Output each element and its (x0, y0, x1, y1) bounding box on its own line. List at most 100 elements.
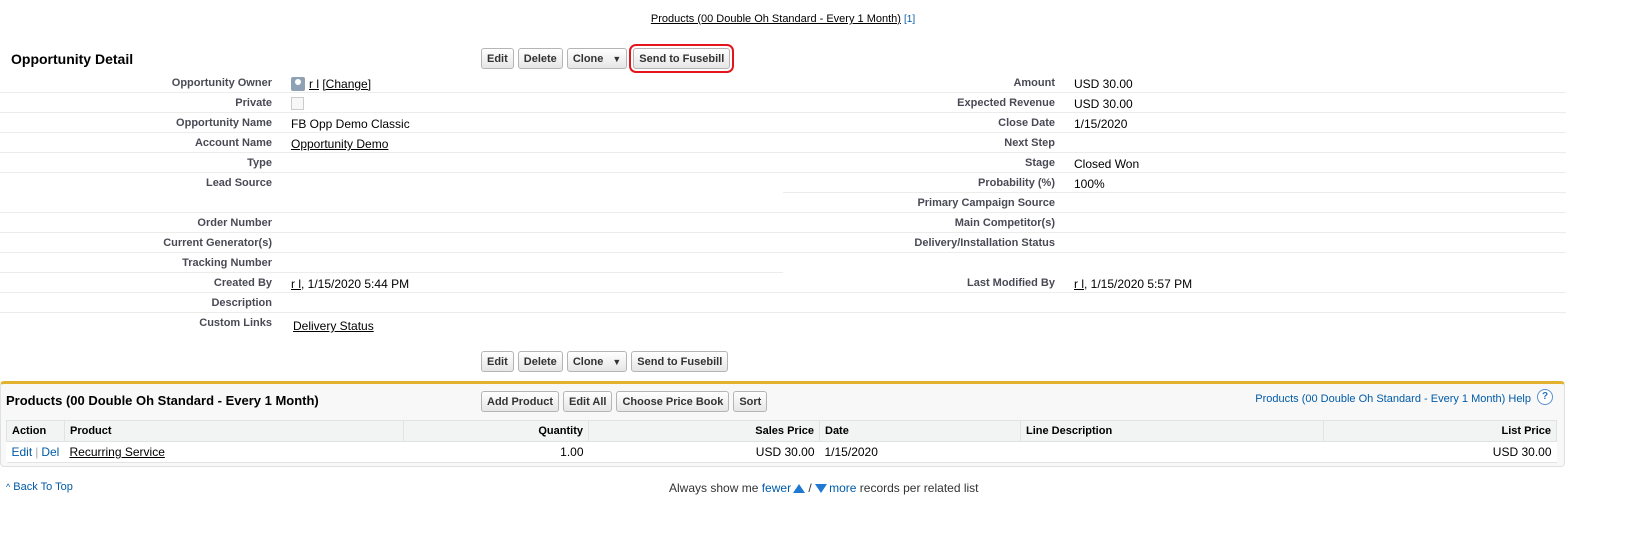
add-product-button[interactable]: Add Product (481, 391, 559, 412)
products-help-link[interactable]: Products (00 Double Oh Standard - Every … (1255, 393, 1531, 405)
label-last-modified: Last Modified By (966, 277, 1055, 289)
col-quantity: Quantity (403, 420, 589, 442)
label-expected-revenue: Expected Revenue (957, 97, 1055, 109)
probability-value: 100% (1074, 177, 1105, 191)
created-by-value: r l, 1/15/2020 5:44 PM (291, 277, 409, 291)
private-value (291, 97, 304, 111)
action-separator: | (35, 445, 39, 459)
col-sales-price: Sales Price (588, 420, 820, 442)
triangle-up-icon[interactable] (793, 484, 806, 493)
label-main-competitors: Main Competitor(s) (954, 217, 1055, 229)
delete-button[interactable]: Delete (517, 48, 563, 69)
delivery-status-link[interactable]: Delivery Status (293, 319, 374, 333)
products-related-list: Products (00 Double Oh Standard - Every … (0, 381, 1565, 467)
row-actions: Edit | Del (6, 441, 65, 463)
col-date: Date (819, 420, 1021, 442)
products-count[interactable]: [1] (904, 14, 915, 25)
help-icon[interactable]: ? (1537, 389, 1553, 405)
products-title: Products (00 Double Oh Standard - Every … (6, 393, 319, 408)
label-description: Description (211, 297, 272, 309)
sort-button[interactable]: Sort (733, 391, 768, 412)
label-stage: Stage (1025, 157, 1055, 169)
owner-value: r l [Change] (291, 77, 371, 91)
row-date: 1/15/2020 (819, 441, 1021, 463)
clone-label: Clone (572, 52, 604, 65)
products-button-row: Add Product Edit All Choose Price Book S… (481, 391, 768, 412)
close-date-value: 1/15/2020 (1074, 117, 1128, 131)
owner-link[interactable]: r l (309, 77, 319, 91)
label-delivery-status: Delivery/Installation Status (914, 237, 1055, 249)
chevron-up-icon: ^ (6, 482, 11, 492)
label-primary-campaign: Primary Campaign Source (917, 197, 1055, 209)
account-name-link[interactable]: Opportunity Demo (291, 137, 388, 151)
clone-button-bottom[interactable]: Clone ▼ (566, 351, 628, 372)
choose-price-book-button[interactable]: Choose Price Book (616, 391, 730, 412)
records-suffix: records per related list (859, 481, 979, 495)
top-button-row: Edit Delete Clone ▼ Send to Fusebill (481, 44, 735, 73)
label-account-name: Account Name (194, 137, 272, 149)
last-modified-date: , 1/15/2020 5:57 PM (1084, 277, 1193, 291)
label-current-generators: Current Generator(s) (163, 237, 272, 249)
fewer-link[interactable]: fewer (762, 481, 791, 495)
back-to-top[interactable]: ^ Back To Top (6, 481, 73, 493)
records-per-list: Always show me fewer / more records per … (669, 481, 979, 495)
row-edit-link[interactable]: Edit (12, 445, 33, 459)
always-show-text: Always show me (669, 481, 759, 495)
send-to-fusebill-button-bottom[interactable]: Send to Fusebill (631, 351, 729, 372)
label-order-number: Order Number (197, 217, 272, 229)
col-line-description: Line Description (1020, 420, 1324, 442)
user-avatar-icon (291, 77, 305, 91)
edit-button[interactable]: Edit (481, 48, 514, 69)
amount-value: USD 30.00 (1074, 77, 1133, 91)
label-owner: Opportunity Owner (171, 77, 272, 89)
label-created-by: Created By (213, 277, 272, 289)
row-line-description (1020, 441, 1324, 463)
col-action: Action (6, 420, 65, 442)
row-sales-price: USD 30.00 (588, 441, 820, 463)
owner-change-link[interactable]: [Change] (322, 77, 371, 91)
bottom-button-row: Edit Delete Clone ▼ Send to Fusebill (481, 351, 729, 372)
label-opportunity-name: Opportunity Name (176, 117, 272, 129)
more-link[interactable]: more (829, 481, 856, 495)
send-to-fusebill-button[interactable]: Send to Fusebill (629, 44, 735, 73)
row-del-link[interactable]: Del (41, 445, 59, 459)
row-product-link[interactable]: Recurring Service (70, 445, 165, 459)
top-related-link: Products (00 Double Oh Standard - Every … (0, 13, 1566, 25)
col-product: Product (64, 420, 404, 442)
clone-label-bottom: Clone (572, 355, 604, 368)
delete-button-bottom[interactable]: Delete (517, 351, 563, 372)
edit-all-button[interactable]: Edit All (563, 391, 613, 412)
created-by-link[interactable]: r l (291, 277, 301, 291)
chevron-down-icon: ▼ (612, 53, 622, 64)
expected-revenue-value: USD 30.00 (1074, 97, 1133, 111)
label-probability: Probability (%) (977, 177, 1055, 189)
label-private: Private (235, 97, 272, 109)
products-anchor-link[interactable]: Products (00 Double Oh Standard - Every … (651, 13, 901, 25)
label-custom-links: Custom Links (199, 317, 272, 329)
col-list-price: List Price (1323, 420, 1557, 442)
edit-button-bottom[interactable]: Edit (481, 351, 514, 372)
table-row: Edit | Del Recurring Service 1.00 USD 30.0… (6, 441, 1557, 463)
clone-button[interactable]: Clone ▼ (566, 48, 628, 69)
row-list-price: USD 30.00 (1323, 441, 1557, 463)
label-amount: Amount (1013, 77, 1055, 89)
label-next-step: Next Step (1004, 137, 1055, 149)
last-modified-value: r l, 1/15/2020 5:57 PM (1074, 277, 1192, 291)
slash-separator: / (808, 481, 812, 495)
opportunity-name-value: FB Opp Demo Classic (291, 117, 410, 131)
label-lead-source: Lead Source (205, 177, 272, 189)
row-quantity: 1.00 (403, 441, 589, 463)
opportunity-detail-grid: Opportunity Owner r l [Change] Amount USD… (0, 73, 1566, 333)
stage-value: Closed Won (1074, 157, 1140, 171)
last-modified-link[interactable]: r l (1074, 277, 1084, 291)
label-tracking-number: Tracking Number (182, 257, 272, 269)
chevron-down-icon: ▼ (612, 356, 622, 367)
triangle-down-icon[interactable] (815, 484, 828, 493)
label-close-date: Close Date (998, 117, 1055, 129)
back-to-top-label: Back To Top (13, 481, 73, 493)
table-header-row: Action Product Quantity Sales Price Date… (6, 420, 1557, 442)
private-checkbox (291, 97, 304, 110)
created-date: , 1/15/2020 5:44 PM (301, 277, 410, 291)
products-table: Action Product Quantity Sales Price Date… (6, 420, 1557, 463)
label-type: Type (247, 157, 272, 169)
